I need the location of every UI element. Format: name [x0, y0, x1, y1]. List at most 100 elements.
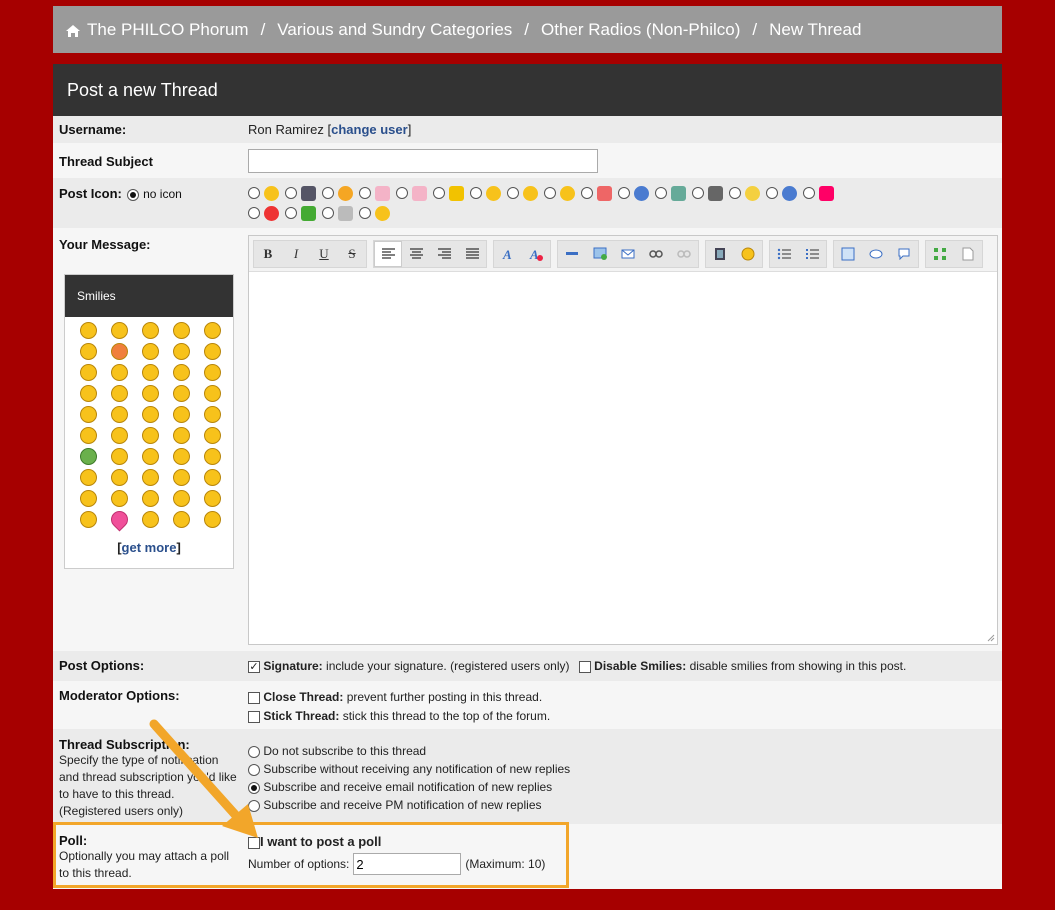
smiley-icon[interactable] [204, 364, 221, 381]
justify-icon[interactable] [458, 241, 486, 267]
post-icon-radio[interactable] [581, 187, 593, 199]
code-icon[interactable] [834, 241, 862, 267]
smiley-icon[interactable] [142, 343, 159, 360]
disable-smilies-checkbox[interactable] [578, 660, 591, 673]
smiley-icon[interactable] [142, 448, 159, 465]
smiley-icon[interactable] [142, 385, 159, 402]
post-icon-option[interactable] [285, 185, 316, 201]
smiley-icon[interactable] [173, 385, 190, 402]
smiley-icon[interactable] [204, 448, 221, 465]
home-icon[interactable] [65, 23, 81, 37]
smiley-icon[interactable] [111, 406, 128, 423]
breadcrumb-link-subforum[interactable]: Other Radios (Non-Philco) [541, 20, 740, 40]
post-icon-option[interactable] [618, 185, 649, 201]
quote-icon[interactable] [890, 241, 918, 267]
smiley-icon[interactable] [111, 385, 128, 402]
post-icon-radio[interactable] [803, 187, 815, 199]
signature-checkbox[interactable]: ✓ [248, 660, 260, 673]
smiley-icon[interactable] [111, 322, 128, 339]
smiley-icon[interactable] [111, 427, 128, 444]
smiley-icon[interactable] [173, 490, 190, 507]
maximize-icon[interactable] [926, 241, 954, 267]
post-icon-option[interactable] [248, 185, 279, 201]
link-icon[interactable] [642, 241, 670, 267]
subject-input[interactable] [248, 149, 598, 173]
post-icon-option[interactable] [692, 185, 723, 201]
smiley-icon[interactable] [111, 490, 128, 507]
smiley-icon[interactable] [80, 448, 97, 465]
smiley-icon[interactable] [142, 406, 159, 423]
post-icon-option[interactable] [766, 185, 797, 201]
smiley-icon[interactable] [80, 385, 97, 402]
unlink-icon[interactable] [670, 241, 698, 267]
font-color-icon[interactable]: A [522, 241, 550, 267]
breadcrumb-link-forum[interactable]: The PHILCO Phorum [87, 20, 249, 40]
post-icon-radio[interactable] [618, 187, 630, 199]
smiley-icon[interactable] [80, 406, 97, 423]
post-icon-radio[interactable] [322, 187, 334, 199]
smiley-icon[interactable] [80, 511, 97, 528]
post-icon-option[interactable] [359, 185, 390, 201]
smiley-icon[interactable] [80, 364, 97, 381]
smiley-icon[interactable] [80, 469, 97, 486]
message-textarea[interactable] [249, 273, 997, 644]
get-more-link[interactable]: get more [122, 540, 177, 555]
smiley-icon[interactable] [204, 511, 221, 528]
resize-handle-icon[interactable] [987, 634, 995, 642]
smiley-icon[interactable] [107, 507, 132, 532]
post-icon-radio[interactable] [285, 187, 297, 199]
smiley-icon[interactable] [80, 322, 97, 339]
smiley-icon[interactable] [173, 448, 190, 465]
smiley-icon[interactable] [142, 427, 159, 444]
underline-button[interactable]: U [310, 241, 338, 267]
post-icon-radio[interactable] [285, 207, 297, 219]
image-icon[interactable] [586, 241, 614, 267]
smiley-icon[interactable] [142, 364, 159, 381]
post-icon-option[interactable] [248, 205, 279, 221]
post-icon-option[interactable] [322, 205, 353, 221]
source-icon[interactable] [954, 241, 982, 267]
post-icon-option[interactable] [322, 185, 353, 201]
smiley-icon[interactable] [80, 427, 97, 444]
smiley-icon[interactable] [80, 343, 97, 360]
post-icon-option[interactable] [396, 185, 427, 201]
smiley-icon[interactable] [173, 511, 190, 528]
font-icon[interactable]: A [494, 241, 522, 267]
strikethrough-button[interactable]: S [338, 241, 366, 267]
post-icon-option[interactable] [544, 185, 575, 201]
post-icon-radio[interactable] [729, 187, 741, 199]
smiley-icon[interactable] [173, 469, 190, 486]
post-icon-radio[interactable] [396, 187, 408, 199]
smiley-icon[interactable] [204, 385, 221, 402]
post-icon-option[interactable] [507, 185, 538, 201]
breadcrumb-link-category[interactable]: Various and Sundry Categories [277, 20, 512, 40]
smiley-icon[interactable] [142, 469, 159, 486]
change-user-link[interactable]: change user [331, 122, 408, 137]
smiley-icon[interactable] [173, 364, 190, 381]
smiley-icon[interactable] [142, 490, 159, 507]
smiley-icon[interactable] [111, 448, 128, 465]
smiley-icon[interactable] [111, 343, 128, 360]
align-right-icon[interactable] [430, 241, 458, 267]
post-icon-radio[interactable] [248, 187, 260, 199]
post-icon-radio[interactable] [359, 207, 371, 219]
post-icon-radio[interactable] [655, 187, 667, 199]
align-center-icon[interactable] [402, 241, 430, 267]
no-icon-radio[interactable] [127, 188, 140, 201]
post-icon-option[interactable] [470, 185, 501, 201]
post-icon-option[interactable] [655, 185, 686, 201]
post-icon-option[interactable] [359, 205, 390, 221]
close-thread-checkbox[interactable] [248, 691, 260, 704]
smiley-icon[interactable] [80, 490, 97, 507]
smiley-icon[interactable] [204, 490, 221, 507]
video-icon[interactable] [706, 241, 734, 267]
emoticon-icon[interactable] [734, 241, 762, 267]
bold-button[interactable]: B [254, 241, 282, 267]
post-icon-radio[interactable] [359, 187, 371, 199]
smiley-icon[interactable] [173, 343, 190, 360]
post-icon-option[interactable] [581, 185, 612, 201]
post-icon-radio[interactable] [766, 187, 778, 199]
post-icon-radio[interactable] [322, 207, 334, 219]
smiley-icon[interactable] [204, 406, 221, 423]
post-icon-radio[interactable] [433, 187, 445, 199]
